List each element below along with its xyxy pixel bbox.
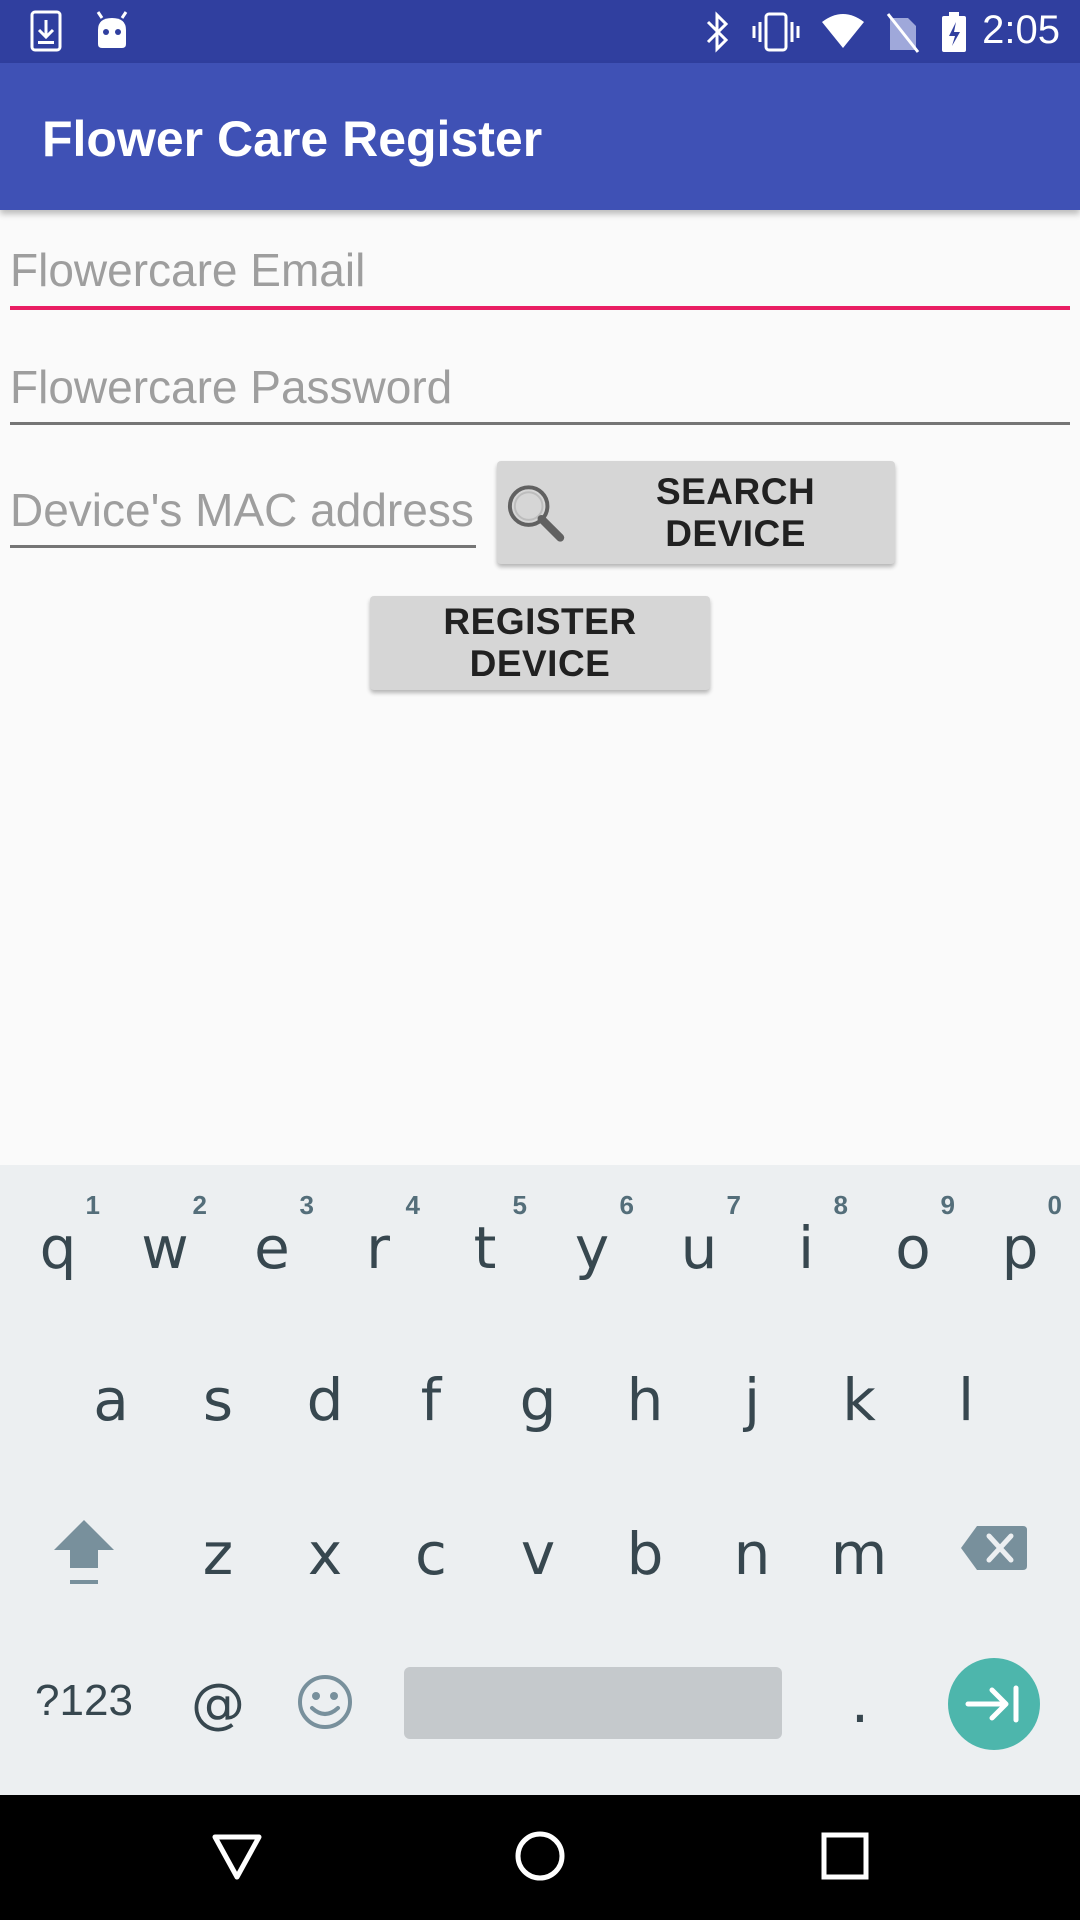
key-l[interactable]: l: [916, 1366, 1016, 1434]
key-b[interactable]: b: [595, 1520, 695, 1588]
backspace-icon: [961, 1526, 1027, 1570]
tab-next-icon: [965, 1685, 1019, 1723]
key-s[interactable]: s: [168, 1366, 268, 1434]
shift-icon: [54, 1520, 114, 1584]
status-time: 2:05: [982, 8, 1060, 52]
shift-key[interactable]: [34, 1516, 134, 1596]
key-d[interactable]: d: [275, 1366, 375, 1434]
register-device-label: REGISTER DEVICE: [443, 601, 637, 684]
bluetooth-icon: [706, 11, 729, 53]
mac-field-underline: [10, 545, 476, 548]
search-icon: [507, 484, 565, 542]
key-y[interactable]: y6: [542, 1190, 642, 1282]
app-bar: Flower Care Register: [0, 63, 1080, 210]
key-o[interactable]: o9: [863, 1190, 963, 1282]
key-period[interactable]: .: [810, 1668, 910, 1736]
key-p[interactable]: p0: [970, 1190, 1070, 1282]
key-v[interactable]: v: [488, 1520, 588, 1588]
key-t[interactable]: t5: [435, 1190, 535, 1282]
key-c[interactable]: c: [381, 1520, 481, 1588]
key-z[interactable]: z: [168, 1520, 268, 1588]
password-field[interactable]: [10, 357, 1070, 417]
backspace-key[interactable]: [944, 1522, 1044, 1582]
key-j[interactable]: j: [702, 1366, 802, 1434]
navigation-bar: [0, 1795, 1080, 1920]
app-title: Flower Care Register: [42, 111, 543, 167]
key-h[interactable]: h: [595, 1366, 695, 1434]
space-key[interactable]: [404, 1667, 782, 1739]
key-n[interactable]: n: [702, 1520, 802, 1588]
key-r[interactable]: r4: [328, 1190, 428, 1282]
key-g[interactable]: g: [488, 1366, 588, 1434]
battery-icon: [942, 12, 966, 52]
password-field-underline: [10, 422, 1070, 425]
wifi-icon: [822, 14, 864, 48]
email-field-underline: [10, 306, 1070, 310]
status-bar: 2:05: [0, 0, 1080, 63]
key-x[interactable]: x: [275, 1520, 375, 1588]
register-device-button[interactable]: REGISTER DEVICE: [370, 596, 710, 690]
password-field-container: [10, 357, 1070, 425]
back-icon[interactable]: [210, 1829, 264, 1883]
key-m[interactable]: m: [809, 1520, 909, 1588]
key-q[interactable]: q1: [8, 1190, 108, 1282]
emoji-icon: [298, 1675, 352, 1729]
symbols-key[interactable]: ?123: [24, 1676, 144, 1726]
key-e[interactable]: e3: [222, 1190, 322, 1282]
key-f[interactable]: f: [381, 1366, 481, 1434]
key-a[interactable]: a: [61, 1366, 161, 1434]
recents-icon[interactable]: [818, 1829, 872, 1883]
key-k[interactable]: k: [809, 1366, 909, 1434]
next-key[interactable]: [948, 1658, 1040, 1750]
key-i[interactable]: i8: [756, 1190, 856, 1282]
email-field[interactable]: [10, 240, 1070, 300]
mac-field-container: [10, 480, 476, 548]
download-icon: [30, 10, 62, 52]
email-field-container: [10, 240, 1070, 310]
emoji-key[interactable]: [275, 1672, 375, 1732]
status-icons: [702, 10, 968, 54]
vibrate-icon: [752, 12, 800, 52]
key-u[interactable]: u7: [649, 1190, 749, 1282]
mac-address-field[interactable]: [10, 480, 476, 540]
home-icon[interactable]: [513, 1829, 567, 1883]
key-at[interactable]: @: [168, 1672, 268, 1735]
key-w[interactable]: w2: [115, 1190, 215, 1282]
no-sim-icon: [886, 13, 920, 53]
search-device-button[interactable]: SEARCH DEVICE: [497, 461, 895, 564]
android-icon: [96, 11, 128, 48]
search-device-label: SEARCH DEVICE: [655, 470, 816, 554]
